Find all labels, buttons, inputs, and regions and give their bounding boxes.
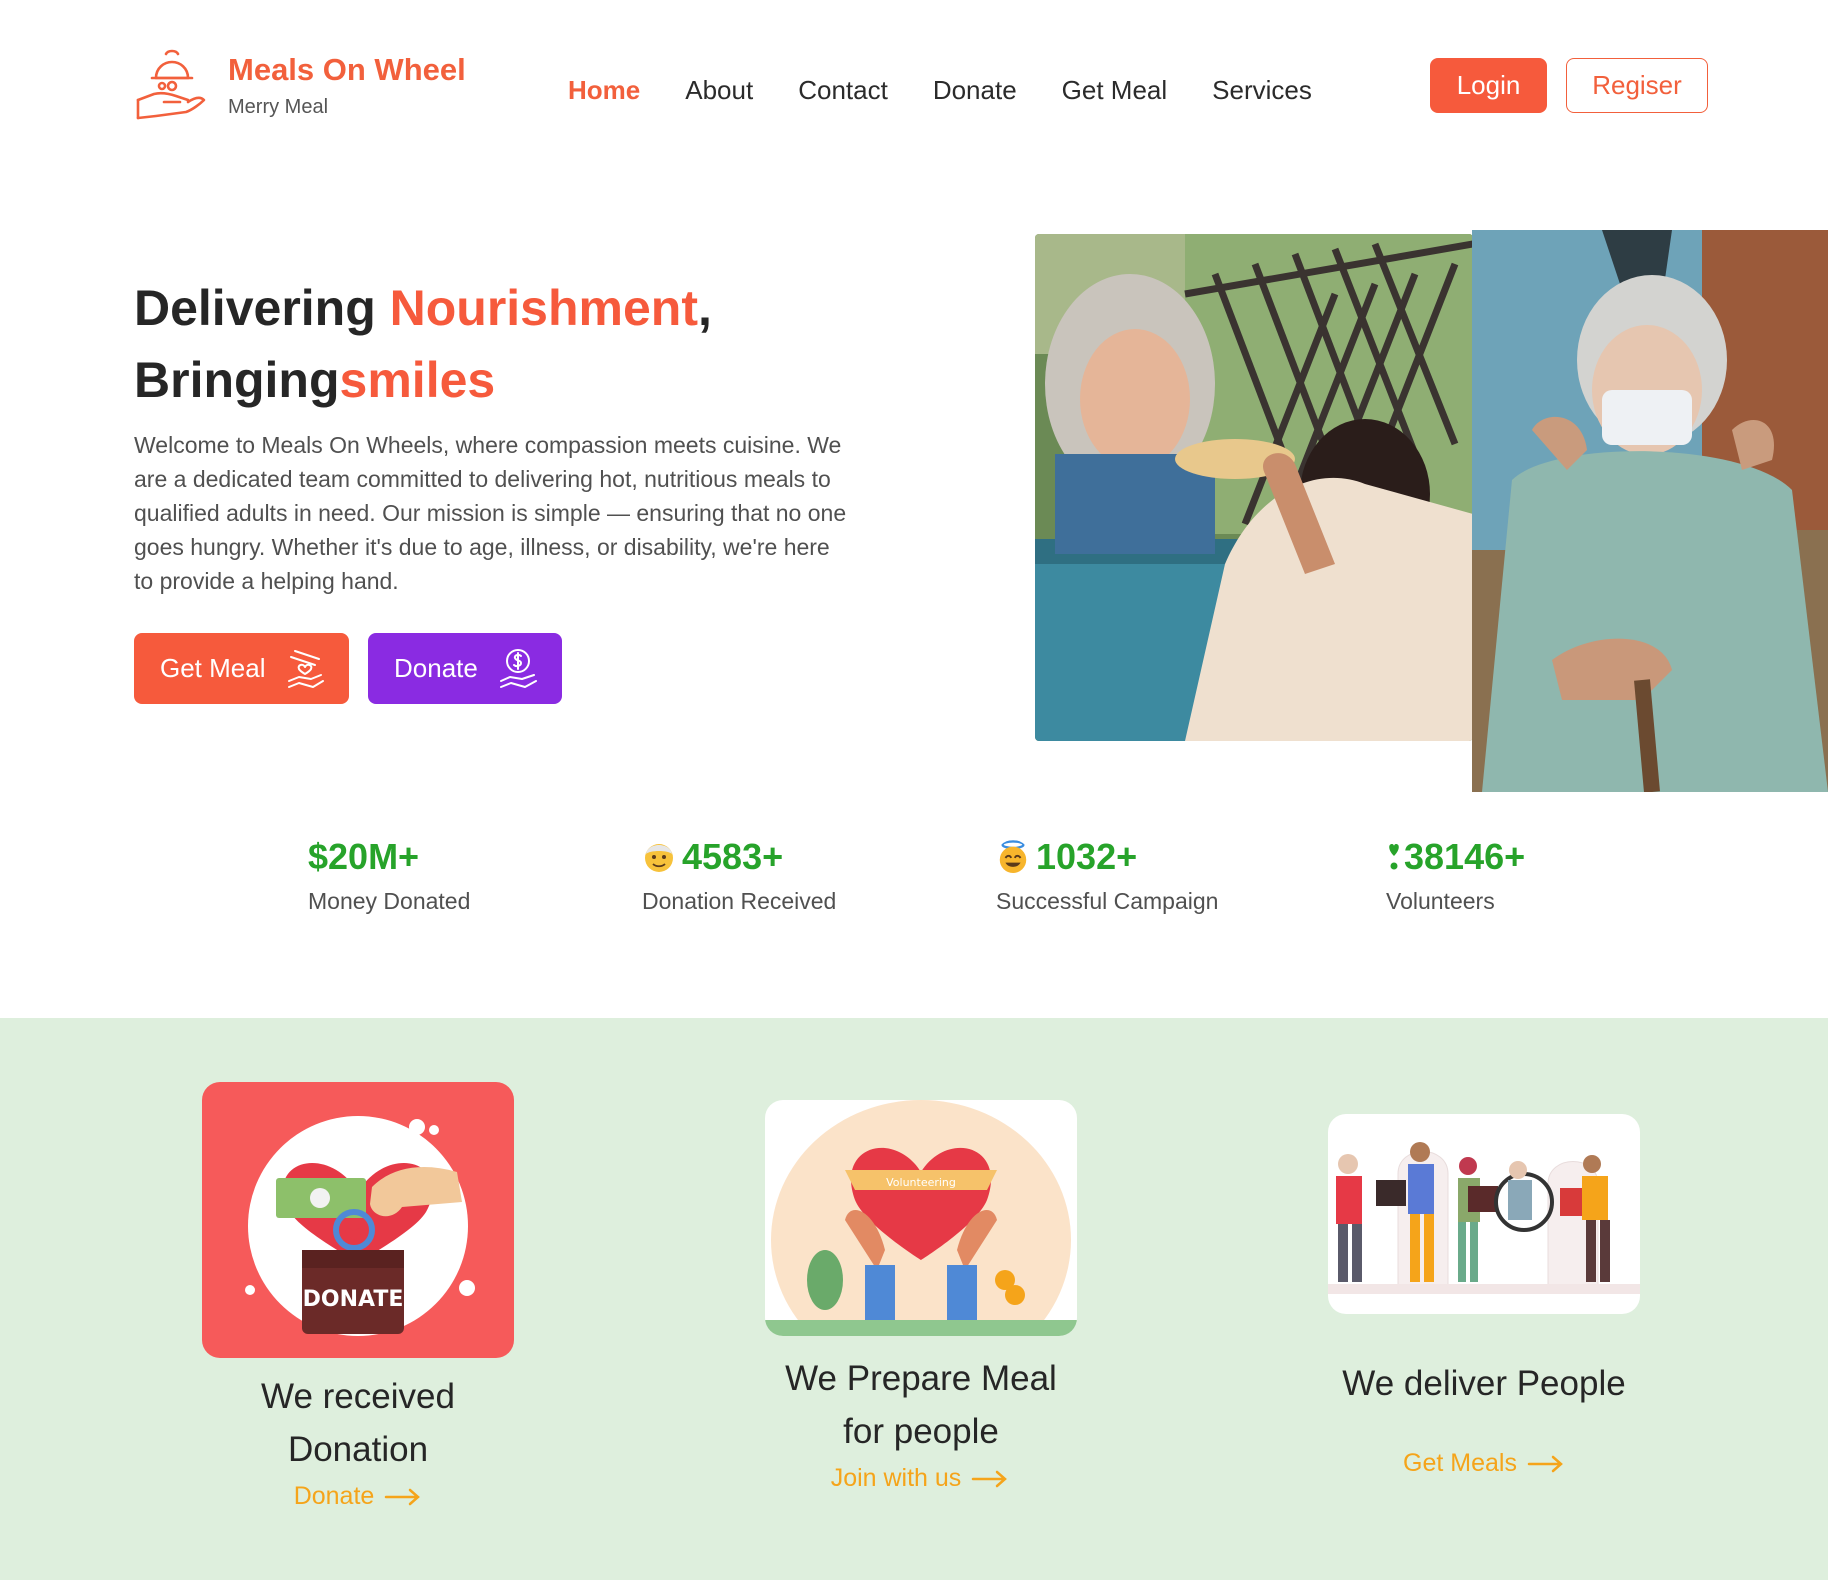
smiling-halo-face-emoji	[999, 840, 1027, 874]
elderly-face-emoji	[645, 844, 673, 872]
stat-value: 4583+	[642, 836, 836, 878]
process-section: DONATE We received Donation Donate Volunt…	[0, 1018, 1828, 1580]
nav-donate[interactable]: Donate	[933, 70, 1017, 110]
donate-box-label: DONATE	[303, 1287, 404, 1312]
stat-label: Money Donated	[308, 888, 471, 914]
volunteering-banner-label: Volunteering	[886, 1176, 956, 1189]
nav-contact[interactable]: Contact	[798, 70, 888, 110]
card-title: We received Donation	[261, 1377, 455, 1469]
hero-description: Welcome to Meals On Wheels, where compas…	[134, 432, 847, 594]
brand-subtitle: Merry Meal	[228, 96, 329, 118]
hand-with-meal-icon	[136, 49, 206, 120]
stat-value: 38146+	[1386, 836, 1525, 878]
nav-services[interactable]: Services	[1212, 70, 1312, 110]
stat-label: Volunteers	[1386, 888, 1495, 914]
volunteering-illustration: Volunteering	[765, 1100, 1077, 1336]
nav-about[interactable]: About	[685, 70, 753, 110]
stat-label: Donation Received	[642, 888, 837, 914]
brand-title: Meals On Wheel	[228, 52, 466, 87]
hero-title-part2: ,	[698, 280, 712, 336]
get-meal-button[interactable]: Get Meal	[134, 633, 349, 704]
delivery-illustration	[1328, 1114, 1640, 1314]
join-with-us-link[interactable]: Join with us	[810, 1464, 1030, 1493]
get-meal-button-label: Get Meal	[160, 653, 266, 683]
arrow-right-icon	[385, 1488, 421, 1505]
get-meals-link[interactable]: Get Meals	[1384, 1449, 1584, 1478]
hand-heart-icon	[288, 650, 324, 688]
caregiver-photo	[1472, 230, 1828, 792]
card-title: We deliver People	[1342, 1364, 1626, 1403]
people-delivery-illustration	[1328, 1142, 1640, 1294]
hero-title-part1: Delivering	[134, 280, 390, 336]
nav-home[interactable]: Home	[568, 70, 640, 110]
arrow-right-icon	[972, 1470, 1008, 1487]
login-button[interactable]: Login	[1430, 58, 1547, 113]
get-meals-link-label: Get Meals	[1403, 1449, 1517, 1477]
donation-illustration: DONATE	[202, 1082, 514, 1358]
heart-exclamation-icon	[1389, 844, 1399, 870]
stat-value: $20M+	[308, 836, 420, 877]
hero-photo-caregiver	[1472, 230, 1828, 792]
donate-button-label: Donate	[394, 653, 478, 683]
donate-link-label: Donate	[293, 1482, 375, 1510]
card-title: We Prepare Meal for people	[785, 1359, 1057, 1451]
nav-get-meal[interactable]: Get Meal	[1062, 70, 1168, 110]
donate-button[interactable]: Donate	[368, 633, 562, 704]
donate-link[interactable]: Donate	[258, 1482, 458, 1511]
stat-money-donated: $20M+ Money Donated	[308, 836, 470, 915]
main-nav: Home About Contact Donate Get Meal Servi…	[568, 70, 1312, 110]
hero-title-accent1: Nourishment	[389, 280, 698, 336]
hero-title-accent2: smiles	[339, 352, 496, 408]
stat-label: Successful Campaign	[996, 888, 1219, 914]
arrow-right-icon	[1527, 1455, 1563, 1472]
donate-box-illustration: DONATE	[245, 1116, 475, 1336]
stat-successful-campaign: 1032+ Successful Campaign	[996, 836, 1218, 915]
site-header: Meals On Wheel Merry Meal Home About Con…	[0, 0, 1828, 175]
hero-title: Delivering Nourishment, Bringingsmiles	[134, 272, 712, 416]
stat-volunteers: 38146+ Volunteers	[1386, 836, 1525, 915]
hero-photo-food-delivery	[1035, 234, 1473, 741]
join-link-label: Join with us	[830, 1464, 962, 1492]
hand-coin-icon	[500, 649, 537, 688]
stat-donation-received: 4583+ Donation Received	[642, 836, 836, 915]
volunteering-hands-illustration: Volunteering	[765, 1100, 1077, 1336]
stat-value: 1032+	[996, 836, 1218, 878]
brand-logo[interactable]: Meals On Wheel Merry Meal	[134, 48, 494, 128]
hero-title-part3: Bringing	[134, 352, 340, 408]
food-delivery-photo	[1035, 234, 1473, 741]
register-button[interactable]: Regiser	[1566, 58, 1708, 113]
